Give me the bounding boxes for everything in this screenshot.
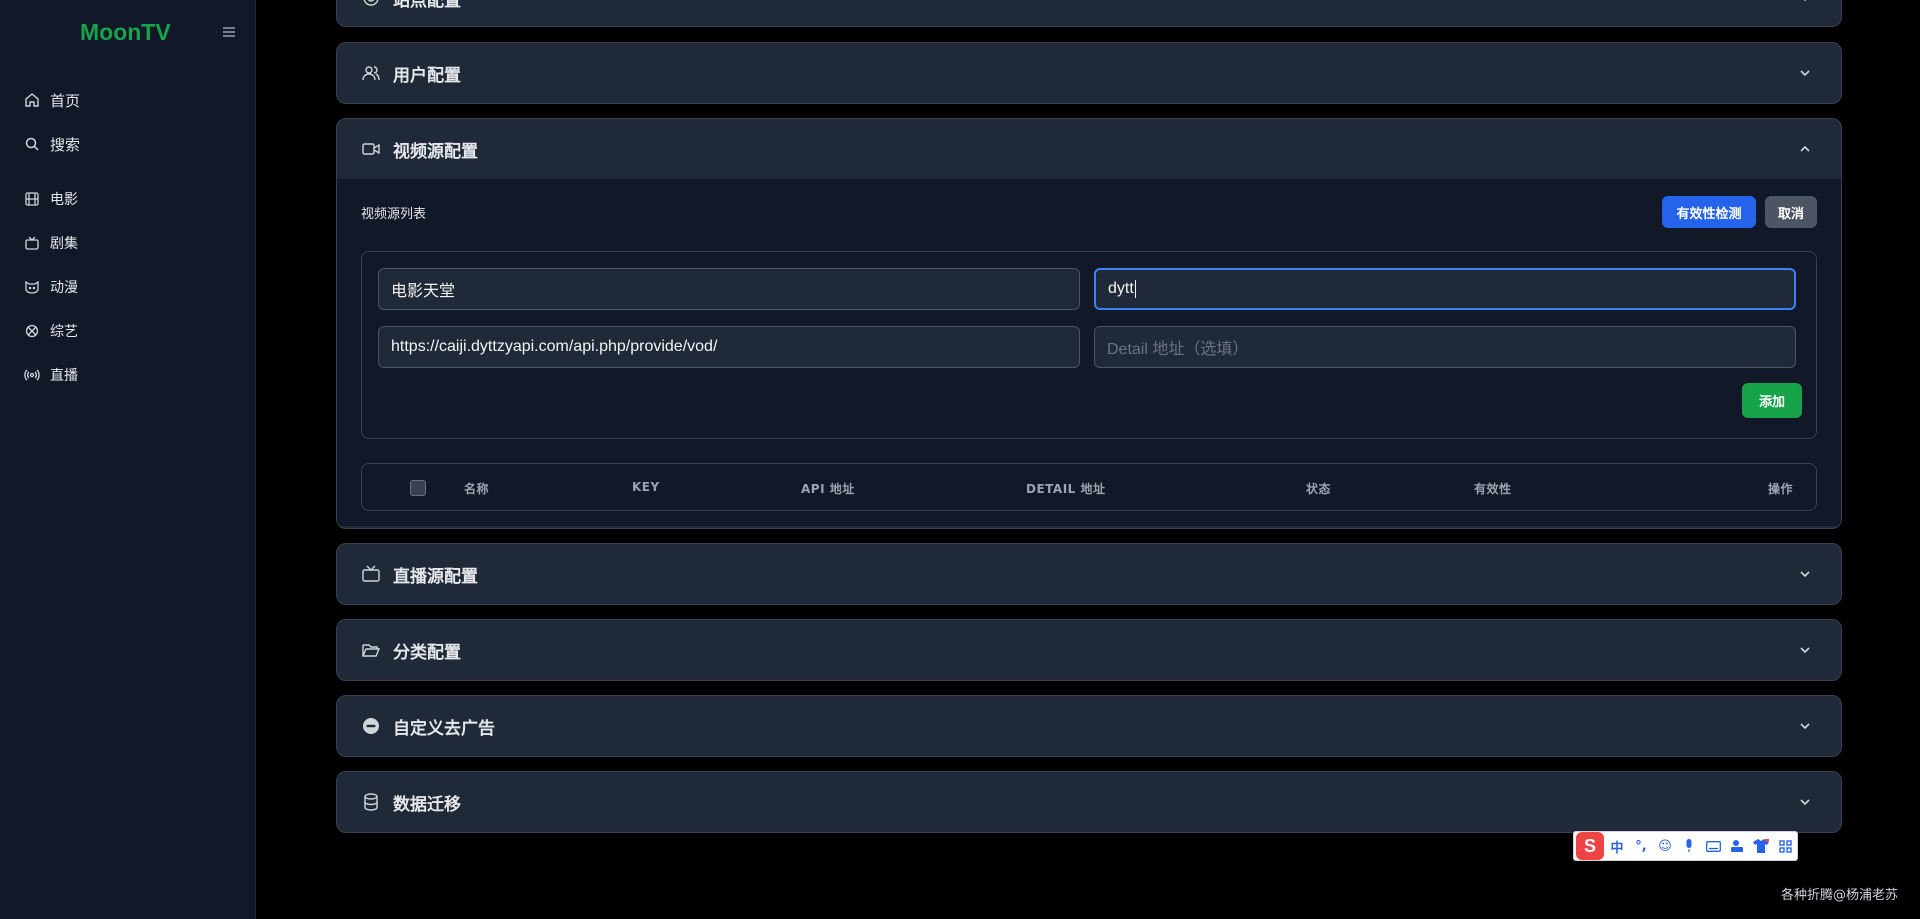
panel-header[interactable]: 直播源配置 [337, 544, 1841, 604]
source-key-value: dytt [1108, 280, 1134, 297]
panel-category-config[interactable]: 分类配置 [336, 619, 1842, 681]
menu-icon[interactable] [221, 24, 237, 40]
source-name-value: 电影天堂 [391, 283, 456, 300]
panel-header[interactable]: 自定义去广告 [337, 696, 1841, 756]
sidebar-item-search[interactable]: 搜索 [24, 132, 80, 156]
punctuation-icon[interactable]: °, [1630, 835, 1652, 857]
source-name-input[interactable]: 电影天堂 [378, 268, 1080, 310]
add-source-form: 电影天堂 dytt https://caiji.dyttzyapi.com/ap… [361, 251, 1817, 439]
sidebar-item-label: 剧集 [50, 236, 78, 252]
panel-user-config[interactable]: 用户配置 [336, 42, 1842, 104]
select-all-checkbox[interactable] [410, 480, 426, 496]
film-icon [25, 192, 39, 206]
sidebar-item-anime[interactable]: 动漫 [24, 275, 78, 299]
tv-icon [25, 236, 39, 250]
panel-title: 视频源配置 [393, 141, 478, 162]
chevron-down-icon [1800, 571, 1810, 578]
source-detail-placeholder: Detail 地址（选填） [1107, 341, 1249, 358]
panel-live-source-config[interactable]: 直播源配置 [336, 543, 1842, 605]
main-content: 站点配置 用户配置 视频源配置 视频源列表 有效性检测 取消 电影天堂 dytt… [256, 0, 1920, 919]
panel-title: 用户配置 [393, 65, 461, 86]
watermark-text: 各种折腾@杨浦老苏 [1780, 888, 1898, 903]
home-icon [25, 93, 39, 107]
sidebar-item-label: 电影 [50, 192, 78, 208]
chevron-down-icon [1800, 70, 1810, 77]
search-icon [25, 137, 39, 151]
sidebar-item-variety[interactable]: 综艺 [24, 319, 78, 343]
panel-title: 站点配置 [393, 0, 461, 11]
chevron-down-icon [1800, 799, 1810, 806]
emoji-icon[interactable]: ☺ [1654, 835, 1676, 857]
cat-icon [25, 280, 39, 294]
source-table-header: 名称 KEY API 地址 DETAIL 地址 状态 有效性 操作 [361, 463, 1817, 511]
brand-row: MoonTV [0, 16, 256, 48]
broadcast-icon [24, 369, 40, 381]
panel-ad-filter-config[interactable]: 自定义去广告 [336, 695, 1842, 757]
tv-icon [362, 565, 380, 582]
sidebar-item-label: 搜索 [50, 135, 81, 154]
sidebar-item-label: 综艺 [50, 324, 78, 340]
panel-data-migration[interactable]: 数据迁移 [336, 771, 1842, 833]
column-header-key: KEY [632, 480, 660, 494]
panel-site-config[interactable]: 站点配置 [336, 0, 1842, 27]
database-icon [364, 793, 378, 811]
clapper-icon [25, 324, 39, 338]
chevron-down-icon [1800, 723, 1810, 730]
panel-header[interactable]: 用户配置 [337, 43, 1841, 103]
column-header-actions: 操作 [1768, 482, 1794, 496]
cancel-button[interactable]: 取消 [1765, 196, 1817, 228]
microphone-icon[interactable] [1678, 835, 1700, 857]
video-source-list-title: 视频源列表 [361, 207, 427, 222]
sidebar-item-label: 动漫 [50, 280, 78, 296]
panel-title: 自定义去广告 [393, 718, 495, 739]
users-icon [362, 66, 380, 81]
source-api-input[interactable]: https://caiji.dyttzyapi.com/api.php/prov… [378, 326, 1080, 368]
column-header-validity: 有效性 [1474, 482, 1512, 496]
ime-logo[interactable]: S [1576, 832, 1604, 860]
panel-video-source-config: 视频源配置 视频源列表 有效性检测 取消 电影天堂 dytt https://c… [336, 118, 1842, 529]
sidebar-item-home[interactable]: 首页 [24, 88, 80, 112]
user-tools-icon[interactable] [1726, 835, 1748, 857]
text-caret [1134, 280, 1136, 298]
panel-header[interactable]: 站点配置 [337, 0, 1841, 26]
chevron-up-icon [1800, 145, 1810, 152]
panel-header[interactable]: 数据迁移 [337, 772, 1841, 832]
block-icon [363, 718, 379, 734]
sidebar-item-live[interactable]: 直播 [24, 363, 78, 387]
chevron-down-icon [1800, 647, 1810, 654]
gear-icon [363, 0, 379, 6]
column-header-status: 状态 [1306, 482, 1332, 496]
sidebar-item-movies[interactable]: 电影 [24, 187, 78, 211]
source-key-input[interactable]: dytt [1094, 268, 1796, 310]
source-api-value: https://caiji.dyttzyapi.com/api.php/prov… [391, 338, 718, 355]
grid-menu-icon[interactable] [1774, 835, 1796, 857]
folder-open-icon [362, 644, 381, 657]
sidebar-item-label: 首页 [50, 91, 81, 110]
chevron-down-icon [1803, 0, 1807, 2]
panel-header[interactable]: 视频源配置 [337, 119, 1841, 179]
panel-header[interactable]: 分类配置 [337, 620, 1841, 680]
panel-title: 分类配置 [393, 642, 461, 663]
panel-title: 直播源配置 [393, 566, 478, 587]
validity-check-button[interactable]: 有效性检测 [1662, 196, 1756, 228]
sidebar-item-label: 直播 [50, 368, 78, 384]
panel-title: 数据迁移 [393, 794, 461, 815]
ime-toolbar: S 中 °, ☺ [1573, 831, 1798, 861]
column-header-name: 名称 [464, 482, 490, 496]
brand-logo[interactable]: MoonTV [80, 16, 171, 48]
column-header-api: API 地址 [801, 482, 855, 496]
sidebar: MoonTV 首页 搜索 电影 剧集 动漫 综艺 直播 [0, 0, 256, 919]
column-header-detail: DETAIL 地址 [1026, 482, 1106, 496]
panel-body: 视频源列表 有效性检测 取消 电影天堂 dytt https://caiji.d… [337, 179, 1841, 526]
video-camera-icon [362, 143, 380, 155]
ime-language-toggle[interactable]: 中 [1606, 835, 1628, 857]
add-source-button[interactable]: 添加 [1742, 383, 1802, 418]
source-detail-input[interactable]: Detail 地址（选填） [1094, 326, 1796, 368]
sidebar-item-series[interactable]: 剧集 [24, 231, 78, 255]
skin-icon[interactable] [1750, 835, 1772, 857]
keyboard-icon[interactable] [1702, 835, 1724, 857]
